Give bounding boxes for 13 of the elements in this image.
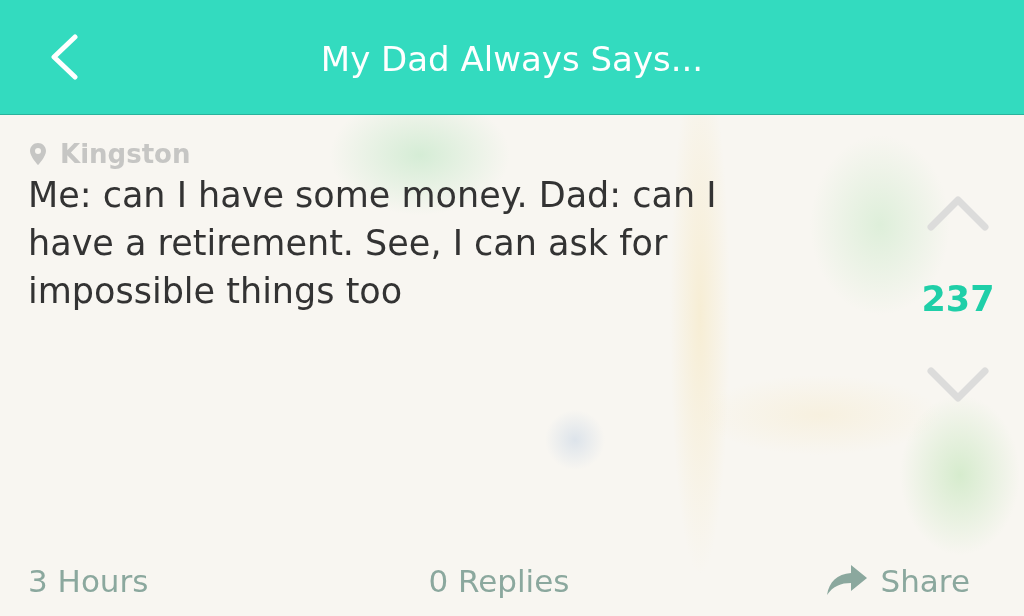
- window-title: My Dad Always Says...: [320, 39, 704, 79]
- post-text: Me: can I have some money. Dad: can I have a retirement. See, I can ask for impossible things too: [28, 174, 718, 313]
- location-pin-icon: [30, 143, 46, 165]
- replies-count: 0 Replies: [428, 563, 570, 599]
- upvote-button[interactable]: [926, 193, 990, 233]
- share-arrow-icon: [826, 565, 867, 597]
- up-chevron-icon: [927, 195, 989, 231]
- post-age: 3 Hours: [28, 563, 149, 599]
- down-chevron-icon: [927, 367, 989, 403]
- share-button[interactable]: Share: [826, 563, 970, 599]
- vote-count: 237: [921, 279, 995, 319]
- downvote-button[interactable]: [926, 365, 990, 405]
- back-chevron-icon: [49, 34, 79, 80]
